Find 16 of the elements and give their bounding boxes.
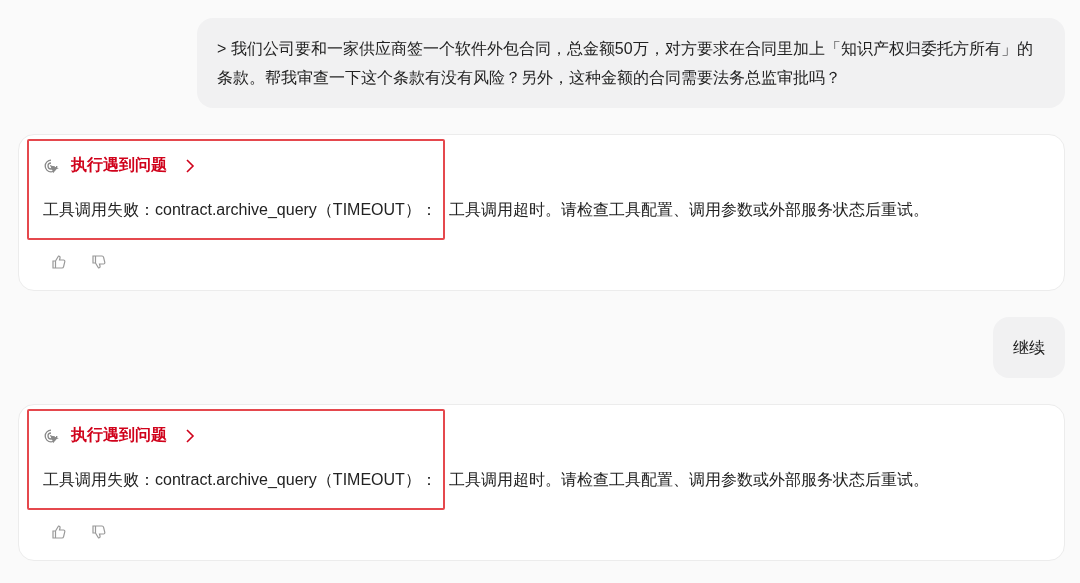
- cursor-click-icon: [43, 427, 59, 444]
- cursor-click-icon: [43, 157, 59, 174]
- chevron-right-icon: [185, 427, 195, 444]
- error-message: 工具调用失败：contract.archive_query（TIMEOUT）：: [43, 470, 437, 490]
- status-toggle[interactable]: 执行遇到问题: [43, 155, 195, 176]
- thumbs-up-icon[interactable]: [51, 254, 67, 270]
- error-message: 工具调用超时。请检查工具配置、调用参数或外部服务状态后重试。: [448, 200, 929, 220]
- error-message: 工具调用失败：contract.archive_query（TIMEOUT）：: [43, 200, 437, 220]
- status-toggle[interactable]: 执行遇到问题: [43, 425, 195, 446]
- user-message: > 我们公司要和一家供应商签一个软件外包合同，总金额50万，对方要求在合同里加上「知识产权归委托方所有」的条款。帮我审查一下这个条款有没有风险？另外，这种金额的合同需要法务总监审批吗？: [197, 18, 1065, 108]
- thumbs-down-icon[interactable]: [91, 524, 107, 540]
- thumbs-down-icon[interactable]: [91, 254, 107, 270]
- chevron-right-icon: [185, 157, 195, 174]
- thumbs-up-icon[interactable]: [51, 524, 67, 540]
- error-message: 工具调用超时。请检查工具配置、调用参数或外部服务状态后重试。: [448, 470, 929, 490]
- user-message: 继续: [993, 317, 1065, 378]
